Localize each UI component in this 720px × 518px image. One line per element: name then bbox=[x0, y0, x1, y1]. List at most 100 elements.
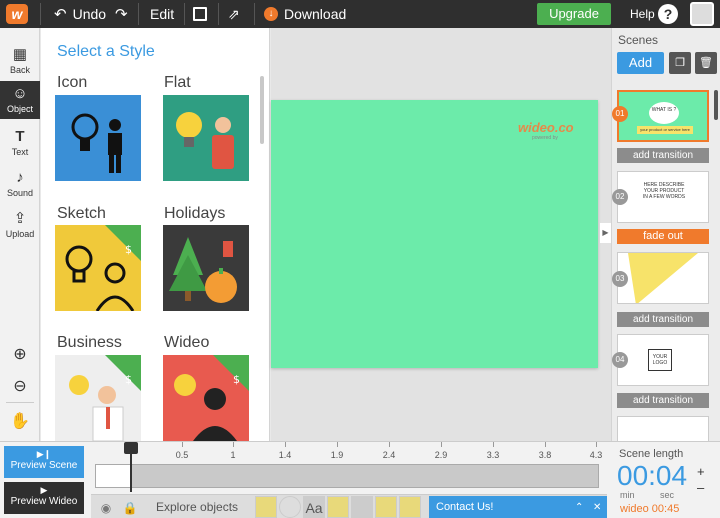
svg-text:$: $ bbox=[233, 373, 240, 386]
contact-us-label: Contact Us! bbox=[436, 501, 494, 513]
svg-text:$: $ bbox=[125, 243, 132, 256]
help-button[interactable]: ? bbox=[658, 0, 678, 28]
pan-hand-button[interactable]: ✋ bbox=[6, 408, 34, 436]
add-scene-button[interactable]: Add bbox=[617, 52, 664, 74]
increase-length-button[interactable]: + bbox=[697, 464, 705, 479]
image-icon: ▦ bbox=[12, 46, 28, 63]
tray-object[interactable] bbox=[399, 496, 421, 518]
divider bbox=[218, 3, 219, 25]
scene-4-logo: YOUR LOGO bbox=[648, 349, 672, 371]
help-icon: ? bbox=[658, 4, 678, 24]
redo-button[interactable]: ↷ bbox=[115, 0, 128, 28]
business-illustration: $ bbox=[69, 355, 141, 441]
panel-scrollbar[interactable] bbox=[260, 76, 264, 144]
divider bbox=[254, 3, 255, 25]
sound-tool[interactable]: ♪ Sound bbox=[0, 165, 40, 203]
left-toolbar: ▦ Back ☺ Object T Text ♪ Sound ⇪ Upload … bbox=[0, 28, 40, 441]
upload-tool[interactable]: ⇪ Upload bbox=[0, 206, 40, 244]
tray-object[interactable] bbox=[255, 496, 277, 518]
style-label-flat: Flat bbox=[164, 74, 191, 91]
add-transition-button[interactable]: add transition bbox=[617, 148, 709, 163]
min-label: min bbox=[620, 490, 635, 500]
ruler-tick bbox=[285, 442, 286, 447]
text-icon: T bbox=[15, 128, 25, 145]
undo-button[interactable]: ↶ Undo bbox=[54, 0, 106, 28]
wideo-total-length: wideo 00:45 bbox=[620, 503, 680, 515]
back-tool[interactable]: ▦ Back bbox=[0, 42, 40, 80]
upgrade-button[interactable]: Upgrade bbox=[537, 3, 611, 25]
fade-out-transition-button[interactable]: fade out bbox=[617, 229, 709, 244]
close-icon[interactable]: ✕ bbox=[593, 496, 601, 518]
help-label[interactable]: Help bbox=[630, 0, 655, 28]
play-icon: ▶❙ bbox=[36, 449, 52, 459]
tick-label: 2.4 bbox=[382, 450, 396, 460]
ruler-tick bbox=[389, 442, 390, 447]
edit-button[interactable]: Edit bbox=[150, 0, 174, 28]
add-transition-button[interactable]: add transition bbox=[617, 393, 709, 408]
ruler-tick bbox=[545, 442, 546, 447]
contact-us-widget[interactable]: Contact Us! ⌃ ✕ bbox=[429, 496, 607, 518]
back-tool-label: Back bbox=[9, 65, 30, 75]
collapse-scenes-button[interactable]: ▶ bbox=[600, 223, 611, 243]
scene-thumb-2[interactable]: HERE DESCRIBE YOUR PRODUCT IN A FEW WORD… bbox=[617, 171, 709, 223]
tray-object[interactable] bbox=[375, 496, 397, 518]
chevron-up-icon[interactable]: ⌃ bbox=[575, 496, 583, 518]
scene-thumb-5[interactable] bbox=[617, 416, 709, 441]
redo-icon: ↷ bbox=[115, 6, 128, 23]
text-tool-label: Text bbox=[11, 147, 29, 157]
style-thumb-sketch[interactable]: $ bbox=[55, 225, 141, 311]
scene-2-text: HERE DESCRIBE YOUR PRODUCT IN A FEW WORD… bbox=[642, 182, 686, 200]
tray-object[interactable] bbox=[327, 496, 349, 518]
canvas-area: wideo.co powered by bbox=[271, 28, 611, 441]
holidays-illustration bbox=[169, 237, 237, 303]
lock-icon[interactable]: 🔒 bbox=[121, 499, 139, 517]
download-label: Download bbox=[284, 6, 347, 22]
scene-thumb-1[interactable]: WHAT IS ? your product or service here bbox=[617, 90, 709, 142]
scene-stage[interactable]: wideo.co powered by bbox=[271, 100, 598, 368]
tray-object[interactable] bbox=[279, 496, 301, 518]
zoom-in-button[interactable]: ⊕ bbox=[6, 341, 34, 369]
tray-object-text[interactable]: Aa bbox=[303, 496, 325, 518]
wideo-illustration: $ bbox=[174, 355, 249, 441]
zoom-out-button[interactable]: ⊖ bbox=[6, 373, 34, 401]
timeline-track[interactable] bbox=[95, 464, 599, 488]
upload-tool-label: Upload bbox=[5, 229, 35, 239]
style-thumb-wideo[interactable]: $ bbox=[163, 355, 249, 441]
scene-length-value[interactable]: 00:04 bbox=[617, 460, 687, 492]
decrease-length-button[interactable]: – bbox=[697, 480, 704, 495]
playhead-handle[interactable] bbox=[124, 442, 138, 454]
style-thumb-holidays[interactable] bbox=[163, 225, 249, 311]
add-transition-button[interactable]: add transition bbox=[617, 312, 709, 327]
save-button[interactable] bbox=[193, 0, 207, 28]
eye-icon[interactable]: ◉ bbox=[97, 499, 115, 517]
ruler-tick bbox=[233, 442, 234, 447]
avatar[interactable] bbox=[690, 2, 714, 26]
tick-label: 3.3 bbox=[486, 450, 500, 460]
ruler-tick bbox=[441, 442, 442, 447]
style-thumb-icon[interactable] bbox=[55, 95, 141, 181]
delete-scene-button[interactable]: 🗑 bbox=[695, 52, 717, 74]
scene-thumb-4[interactable]: YOUR LOGO bbox=[617, 334, 709, 386]
scene-thumb-3[interactable] bbox=[617, 252, 709, 304]
duplicate-scene-button[interactable]: ❐ bbox=[669, 52, 691, 74]
scenes-scrollbar[interactable] bbox=[714, 90, 718, 120]
share-button[interactable]: ⇗ bbox=[228, 0, 240, 28]
text-tool[interactable]: T Text bbox=[0, 124, 40, 162]
preview-wideo-button[interactable]: ▶ Preview Wideo bbox=[4, 482, 84, 514]
preview-scene-button[interactable]: ▶❙ Preview Scene bbox=[4, 446, 84, 478]
object-tool-label: Object bbox=[6, 104, 33, 114]
object-tool[interactable]: ☺ Object bbox=[0, 81, 40, 119]
watermark: wideo.co powered by bbox=[518, 120, 574, 141]
style-thumb-business[interactable]: $ bbox=[55, 355, 141, 441]
tray-object[interactable] bbox=[351, 496, 373, 518]
undo-label: Undo bbox=[72, 6, 107, 22]
scene-number-3: 03 bbox=[612, 271, 628, 287]
download-button[interactable]: ↓ Download bbox=[264, 0, 346, 28]
wideo-logo[interactable]: w bbox=[6, 4, 28, 24]
tick-label: 2.9 bbox=[434, 450, 448, 460]
explore-objects-label[interactable]: Explore objects bbox=[156, 500, 238, 514]
sound-tool-label: Sound bbox=[6, 188, 34, 198]
scene-number-4: 04 bbox=[612, 352, 628, 368]
style-thumb-flat[interactable] bbox=[163, 95, 249, 181]
scenes-title: Scenes bbox=[618, 33, 659, 47]
